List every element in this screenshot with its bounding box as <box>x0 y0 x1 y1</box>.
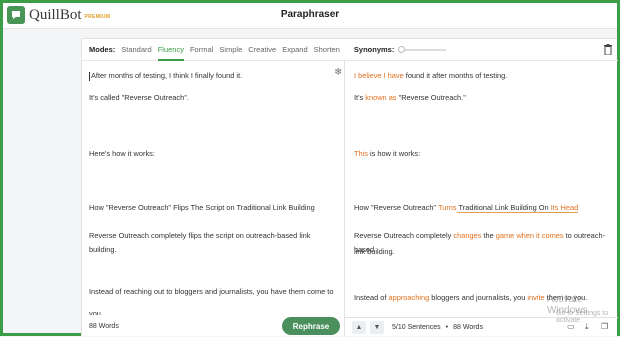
pane-divider <box>344 61 345 337</box>
input-paragraph: How "Reverse Outreach" Flips The Script … <box>89 203 315 212</box>
page-title: Paraphraser <box>280 9 340 20</box>
input-paragraph: Reverse Outreach completely flips the sc… <box>89 231 313 254</box>
sentence-count: 5/10 Sentences <box>392 324 441 331</box>
output-paragraph: link building. <box>354 247 395 256</box>
input-paragraph: Instead of reaching out to bloggers and … <box>89 287 334 296</box>
output-paragraph: How "Reverse Outreach" Turns Traditional… <box>354 203 579 213</box>
rephrase-button[interactable]: Rephrase <box>282 317 340 335</box>
text-cursor <box>89 71 90 81</box>
trash-icon[interactable] <box>604 44 612 55</box>
paraphraser-card: Modes: Standard Fluency Formal Simple Cr… <box>81 38 618 337</box>
input-text-area[interactable]: After months of testing, I think I final… <box>89 61 339 315</box>
modes-label: Modes: <box>89 45 116 54</box>
output-text-area[interactable]: I believe I have found it after months o… <box>354 61 612 315</box>
synonyms-label: Synonyms: <box>353 45 395 54</box>
input-paragraph: Here's how it works: <box>89 149 155 158</box>
sidebar-strip <box>3 29 81 333</box>
freeze-words-icon[interactable]: ❄ <box>334 67 342 78</box>
modes-bar: Modes: Standard Fluency Formal Simple Cr… <box>82 39 618 61</box>
input-word-count: 88 Words <box>89 323 119 330</box>
mode-expand[interactable]: Expand <box>282 39 307 61</box>
synonyms-slider[interactable] <box>398 45 447 53</box>
mode-standard[interactable]: Standard <box>121 39 151 61</box>
synonyms-slider-handle[interactable] <box>398 45 406 53</box>
mode-formal[interactable]: Formal <box>190 39 213 61</box>
top-header: QuillBot PREMIUM Paraphraser <box>3 3 617 29</box>
input-paragraph: After months of testing, I think I final… <box>89 71 243 81</box>
next-sentence-button[interactable]: ▼ <box>370 321 384 334</box>
output-paragraph: It's known as "Reverse Outreach." <box>354 93 466 102</box>
input-paragraph: you. <box>89 309 103 315</box>
activate-windows-subtext: Go to Settings to activate <box>556 310 609 324</box>
separator-dot: • <box>445 324 449 331</box>
mode-shorten[interactable]: Shorten <box>314 39 340 61</box>
chevron-down-icon: ▼ <box>373 324 381 331</box>
chevron-up-icon: ▲ <box>355 324 363 331</box>
output-word-count: 88 Words <box>453 324 483 331</box>
previous-sentence-button[interactable]: ▲ <box>352 321 366 334</box>
mode-creative[interactable]: Creative <box>248 39 276 61</box>
mode-simple[interactable]: Simple <box>219 39 242 61</box>
output-paragraph: I believe I have found it after months o… <box>354 71 508 80</box>
output-paragraph: This is how it works: <box>354 149 421 158</box>
app-frame: QuillBot PREMIUM Paraphraser Modes: Stan… <box>0 0 620 337</box>
input-paragraph: It's called "Reverse Outreach". <box>89 93 189 102</box>
mode-fluency[interactable]: Fluency <box>157 39 185 61</box>
